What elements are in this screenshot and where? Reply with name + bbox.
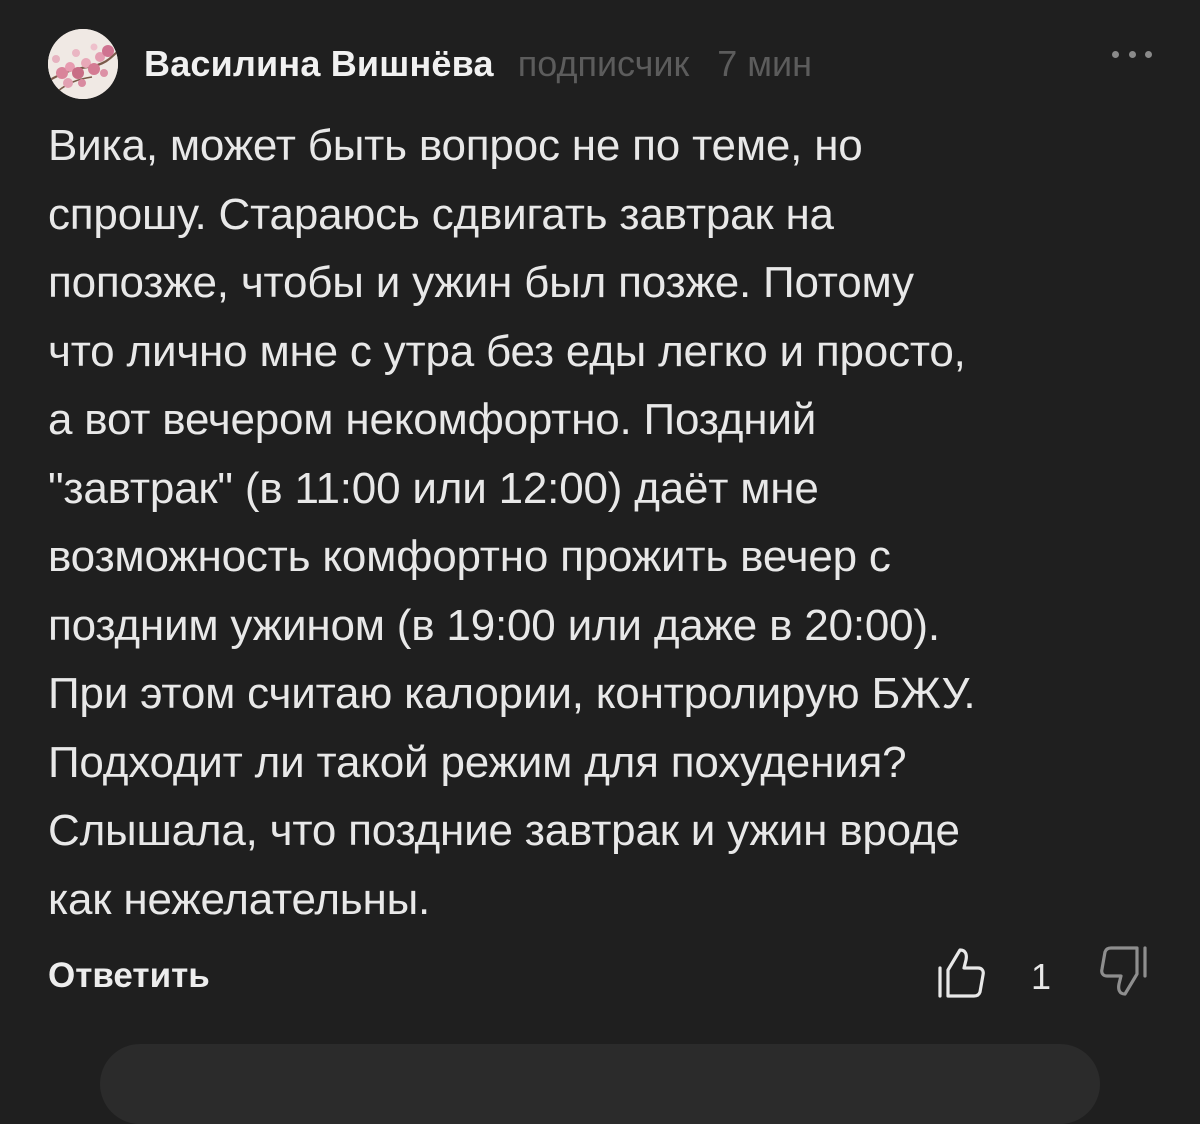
reply-input-field[interactable] [100,1044,1100,1124]
thumbs-up-icon[interactable] [936,946,986,1000]
author-name[interactable]: Василина Вишнёва [144,43,494,85]
comment-reactions: 1 [930,942,1160,1002]
more-dot [1145,50,1152,58]
more-dot [1112,50,1119,58]
more-dots-icon[interactable] [1112,44,1152,64]
comment-header: Василина Вишнёва подписчик 7 мин [48,28,812,100]
avatar[interactable] [48,29,118,99]
thumbs-down-icon[interactable] [1098,944,1150,998]
comment-card: Василина Вишнёва подписчик 7 мин Вика, м… [0,0,1200,1124]
reply-button[interactable]: Ответить [48,956,210,996]
author-role-badge: подписчик [517,43,690,84]
more-dot [1128,50,1136,58]
comment-text: Вика, может быть вопрос не по теме, но с… [48,121,976,924]
comment-timestamp: 7 мин [717,43,813,84]
avatar-image [48,29,118,99]
like-count: 1 [1031,956,1052,997]
